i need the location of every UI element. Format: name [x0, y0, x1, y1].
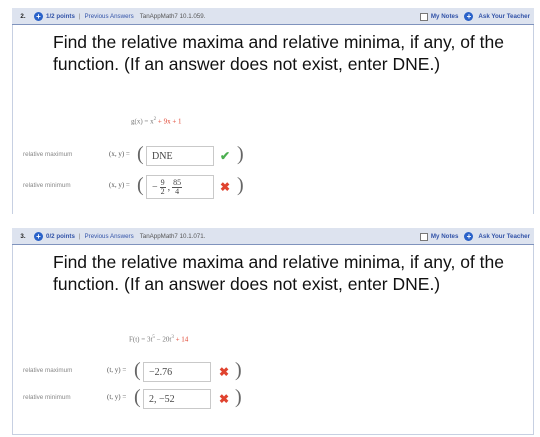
close-paren: ) [235, 386, 242, 408]
points-score: 0/2 points [46, 232, 75, 240]
expand-plus-icon[interactable]: + [34, 231, 43, 241]
problem-code: TanAppMath7 10.1.071. [139, 232, 206, 240]
problem-header: 3. + 0/2 points | Previous Answers TanAp… [12, 228, 534, 245]
problem-number: 2. [20, 12, 26, 20]
notes-checkbox-icon[interactable] [419, 232, 428, 241]
relative-minimum-row: relative minimum (x, y) = ( − 92 , 85 4 ✖… [13, 174, 273, 200]
close-paren: ) [237, 174, 244, 196]
relative-maximum-input[interactable]: −2.76 [143, 362, 211, 382]
open-paren: ( [134, 359, 141, 381]
open-paren: ( [134, 386, 141, 408]
relative-maximum-input[interactable]: DNE [146, 146, 214, 166]
relative-maximum-label: relative maximum [23, 367, 73, 374]
separator: | [78, 12, 81, 20]
problem-2: 2. + 1/2 points | Previous Answers TanAp… [12, 8, 534, 214]
relative-minimum-input[interactable]: 2, −52 [143, 389, 211, 409]
relative-maximum-row: relative maximum (t, y) = ( −2.76 ✖ ) [13, 359, 273, 385]
ask-teacher-link[interactable]: Ask Your Teacher [478, 13, 530, 20]
relative-minimum-label: relative minimum [23, 394, 71, 401]
ask-teacher-link[interactable]: Ask Your Teacher [478, 233, 530, 240]
points-score: 1/2 points [46, 12, 75, 20]
header-actions: My Notes + Ask Your Teacher [419, 228, 530, 245]
question-text: Find the relative maxima and relative mi… [53, 252, 504, 294]
correct-check-icon: ✔ [220, 149, 231, 163]
header-actions: My Notes + Ask Your Teacher [419, 8, 530, 25]
problem-code: TanAppMath7 10.1.059. [139, 12, 206, 20]
incorrect-x-icon: ✖ [219, 365, 230, 379]
my-notes-link[interactable]: My Notes [431, 13, 459, 20]
ty-label: (t, y) = [107, 393, 127, 401]
previous-answers-link[interactable]: Previous Answers [85, 233, 134, 240]
separator: | [78, 232, 81, 240]
ask-teacher-plus-icon[interactable]: + [464, 232, 474, 241]
open-paren: ( [137, 143, 144, 165]
incorrect-x-icon: ✖ [220, 180, 231, 194]
relative-minimum-label: relative minimum [23, 182, 71, 189]
relative-maximum-row: relative maximum (x, y) = ( DNE ✔ ) [13, 143, 273, 169]
problem-header: 2. + 1/2 points | Previous Answers TanAp… [12, 8, 534, 25]
notes-checkbox-icon[interactable] [419, 12, 428, 21]
expand-plus-icon[interactable]: + [34, 11, 43, 21]
relative-minimum-row: relative minimum (t, y) = ( 2, −52 ✖ ) [13, 386, 273, 412]
function-expression: g(x) = x2 + 9x + 1 [131, 117, 182, 126]
relative-maximum-label: relative maximum [23, 151, 73, 158]
close-paren: ) [237, 143, 244, 165]
problem-3: 3. + 0/2 points | Previous Answers TanAp… [12, 228, 534, 435]
problem-number: 3. [20, 232, 26, 240]
my-notes-link[interactable]: My Notes [431, 233, 459, 240]
previous-answers-link[interactable]: Previous Answers [85, 13, 134, 20]
ask-teacher-plus-icon[interactable]: + [464, 12, 474, 21]
incorrect-x-icon: ✖ [219, 392, 230, 406]
problem-content: Find the relative maxima and relative mi… [12, 245, 534, 435]
relative-minimum-input[interactable]: − 92 , 85 4 [146, 175, 214, 199]
xy-label: (x, y) = [109, 181, 130, 189]
problem-content: Find the relative maxima and relative mi… [12, 25, 534, 214]
close-paren: ) [235, 359, 242, 381]
xy-label: (x, y) = [109, 150, 130, 158]
function-expression: F(t) = 3t5 − 20t3 + 14 [129, 335, 189, 344]
question-text: Find the relative maxima and relative mi… [53, 32, 504, 74]
open-paren: ( [137, 174, 144, 196]
ty-label: (t, y) = [107, 366, 127, 374]
